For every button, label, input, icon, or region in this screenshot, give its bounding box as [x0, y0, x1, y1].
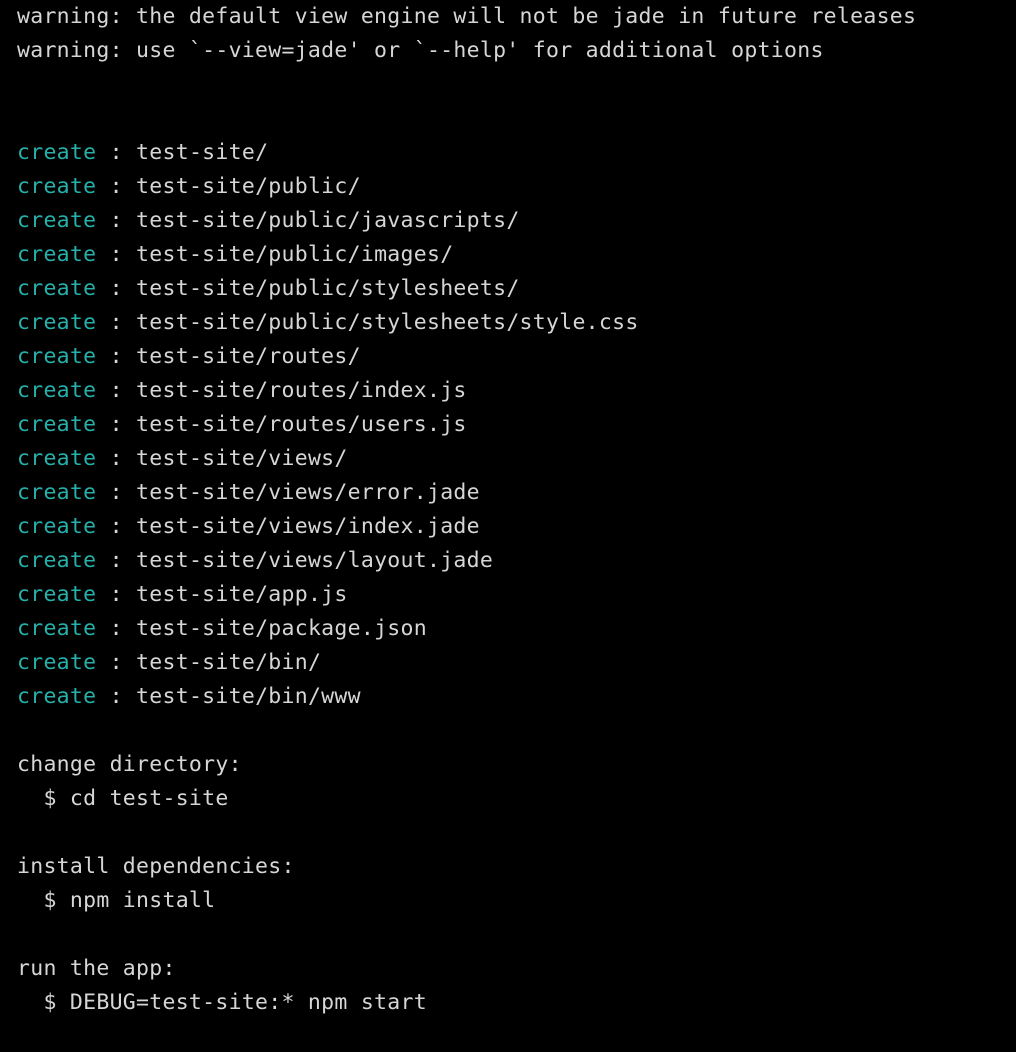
- create-separator: :: [96, 582, 137, 607]
- create-label: create: [17, 548, 97, 573]
- create-separator: :: [96, 650, 137, 675]
- create-path: test-site/bin/: [136, 650, 322, 675]
- create-line: create : test-site/bin/: [0, 646, 1016, 680]
- create-line: create : test-site/routes/index.js: [0, 374, 1016, 408]
- instruction-block-run-the-app: run the app: $ DEBUG=test-site:* npm sta…: [0, 952, 1016, 1020]
- create-line: create : test-site/views/layout.jade: [0, 544, 1016, 578]
- create-label: create: [17, 480, 97, 505]
- warning-text: warning: use `--view=jade' or `--help' f…: [17, 38, 824, 63]
- instruction-heading: change directory:: [0, 748, 1016, 782]
- create-label: create: [17, 582, 97, 607]
- create-line: create : test-site/views/error.jade: [0, 476, 1016, 510]
- instruction-block-install-dependencies: install dependencies: $ npm install: [0, 850, 1016, 918]
- create-path: test-site/views/: [136, 446, 348, 471]
- create-path: test-site/views/error.jade: [136, 480, 480, 505]
- create-path: test-site/routes/: [136, 344, 361, 369]
- instruction-block-change-directory: change directory: $ cd test-site: [0, 748, 1016, 816]
- create-line: create : test-site/public/javascripts/: [0, 204, 1016, 238]
- create-separator: :: [96, 310, 137, 335]
- instruction-command-text[interactable]: $ DEBUG=test-site:* npm start: [43, 990, 427, 1015]
- create-label: create: [17, 276, 97, 301]
- instruction-command[interactable]: $ cd test-site: [0, 782, 1016, 816]
- instruction-heading: run the app:: [0, 952, 1016, 986]
- warning-line: warning: use `--view=jade' or `--help' f…: [0, 34, 1016, 68]
- create-line: create : test-site/routes/: [0, 340, 1016, 374]
- warning-text: warning: the default view engine will no…: [17, 4, 917, 29]
- create-label: create: [17, 208, 97, 233]
- create-path: test-site/app.js: [136, 582, 348, 607]
- create-separator: :: [96, 548, 137, 573]
- instruction-heading-text: change directory:: [17, 752, 242, 777]
- instruction-command[interactable]: $ npm install: [0, 884, 1016, 918]
- create-line: create : test-site/views/index.jade: [0, 510, 1016, 544]
- create-path: test-site/public/images/: [136, 242, 454, 267]
- create-line: create : test-site/package.json: [0, 612, 1016, 646]
- create-label: create: [17, 514, 97, 539]
- create-separator: :: [96, 276, 137, 301]
- create-separator: :: [96, 684, 137, 709]
- instruction-heading: install dependencies:: [0, 850, 1016, 884]
- create-line: create : test-site/routes/users.js: [0, 408, 1016, 442]
- create-line: create : test-site/: [0, 136, 1016, 170]
- create-line: create : test-site/app.js: [0, 578, 1016, 612]
- instruction-command-text[interactable]: $ cd test-site: [43, 786, 228, 811]
- warning-block: warning: the default view engine will no…: [0, 0, 1016, 68]
- create-label: create: [17, 242, 97, 267]
- terminal-output[interactable]: warning: the default view engine will no…: [0, 0, 1016, 1052]
- create-path: test-site/public/javascripts/: [136, 208, 520, 233]
- create-path: test-site/package.json: [136, 616, 427, 641]
- create-separator: :: [96, 378, 137, 403]
- create-label: create: [17, 378, 97, 403]
- create-path: test-site/: [136, 140, 269, 165]
- instruction-heading-text: run the app:: [17, 956, 176, 981]
- create-line: create : test-site/bin/www: [0, 680, 1016, 714]
- create-label: create: [17, 174, 97, 199]
- create-line: create : test-site/views/: [0, 442, 1016, 476]
- create-path: test-site/views/layout.jade: [136, 548, 494, 573]
- create-label: create: [17, 616, 97, 641]
- create-separator: :: [96, 344, 137, 369]
- create-path: test-site/bin/www: [136, 684, 361, 709]
- warning-line: warning: the default view engine will no…: [0, 0, 1016, 34]
- create-separator: :: [96, 514, 137, 539]
- create-label: create: [17, 412, 97, 437]
- create-separator: :: [96, 446, 137, 471]
- create-separator: :: [96, 412, 137, 437]
- create-separator: :: [96, 242, 137, 267]
- instruction-command-text[interactable]: $ npm install: [43, 888, 215, 913]
- create-separator: :: [96, 616, 137, 641]
- create-label: create: [17, 140, 97, 165]
- create-line: create : test-site/public/stylesheets/: [0, 272, 1016, 306]
- create-separator: :: [96, 174, 137, 199]
- create-path: test-site/routes/users.js: [136, 412, 467, 437]
- create-label: create: [17, 650, 97, 675]
- create-label: create: [17, 344, 97, 369]
- create-line: create : test-site/public/images/: [0, 238, 1016, 272]
- create-path: test-site/public/stylesheets/style.css: [136, 310, 639, 335]
- create-path: test-site/routes/index.js: [136, 378, 467, 403]
- create-path: test-site/public/stylesheets/: [136, 276, 520, 301]
- create-separator: :: [96, 480, 137, 505]
- create-line: create : test-site/public/: [0, 170, 1016, 204]
- instruction-command[interactable]: $ DEBUG=test-site:* npm start: [0, 986, 1016, 1020]
- create-label: create: [17, 446, 97, 471]
- create-label: create: [17, 310, 97, 335]
- create-separator: :: [96, 140, 137, 165]
- create-path: test-site/views/index.jade: [136, 514, 480, 539]
- create-path: test-site/public/: [136, 174, 361, 199]
- create-block: create : test-site/ create : test-site/p…: [0, 136, 1016, 714]
- create-line: create : test-site/public/stylesheets/st…: [0, 306, 1016, 340]
- instruction-heading-text: install dependencies:: [17, 854, 295, 879]
- create-separator: :: [96, 208, 137, 233]
- create-label: create: [17, 684, 97, 709]
